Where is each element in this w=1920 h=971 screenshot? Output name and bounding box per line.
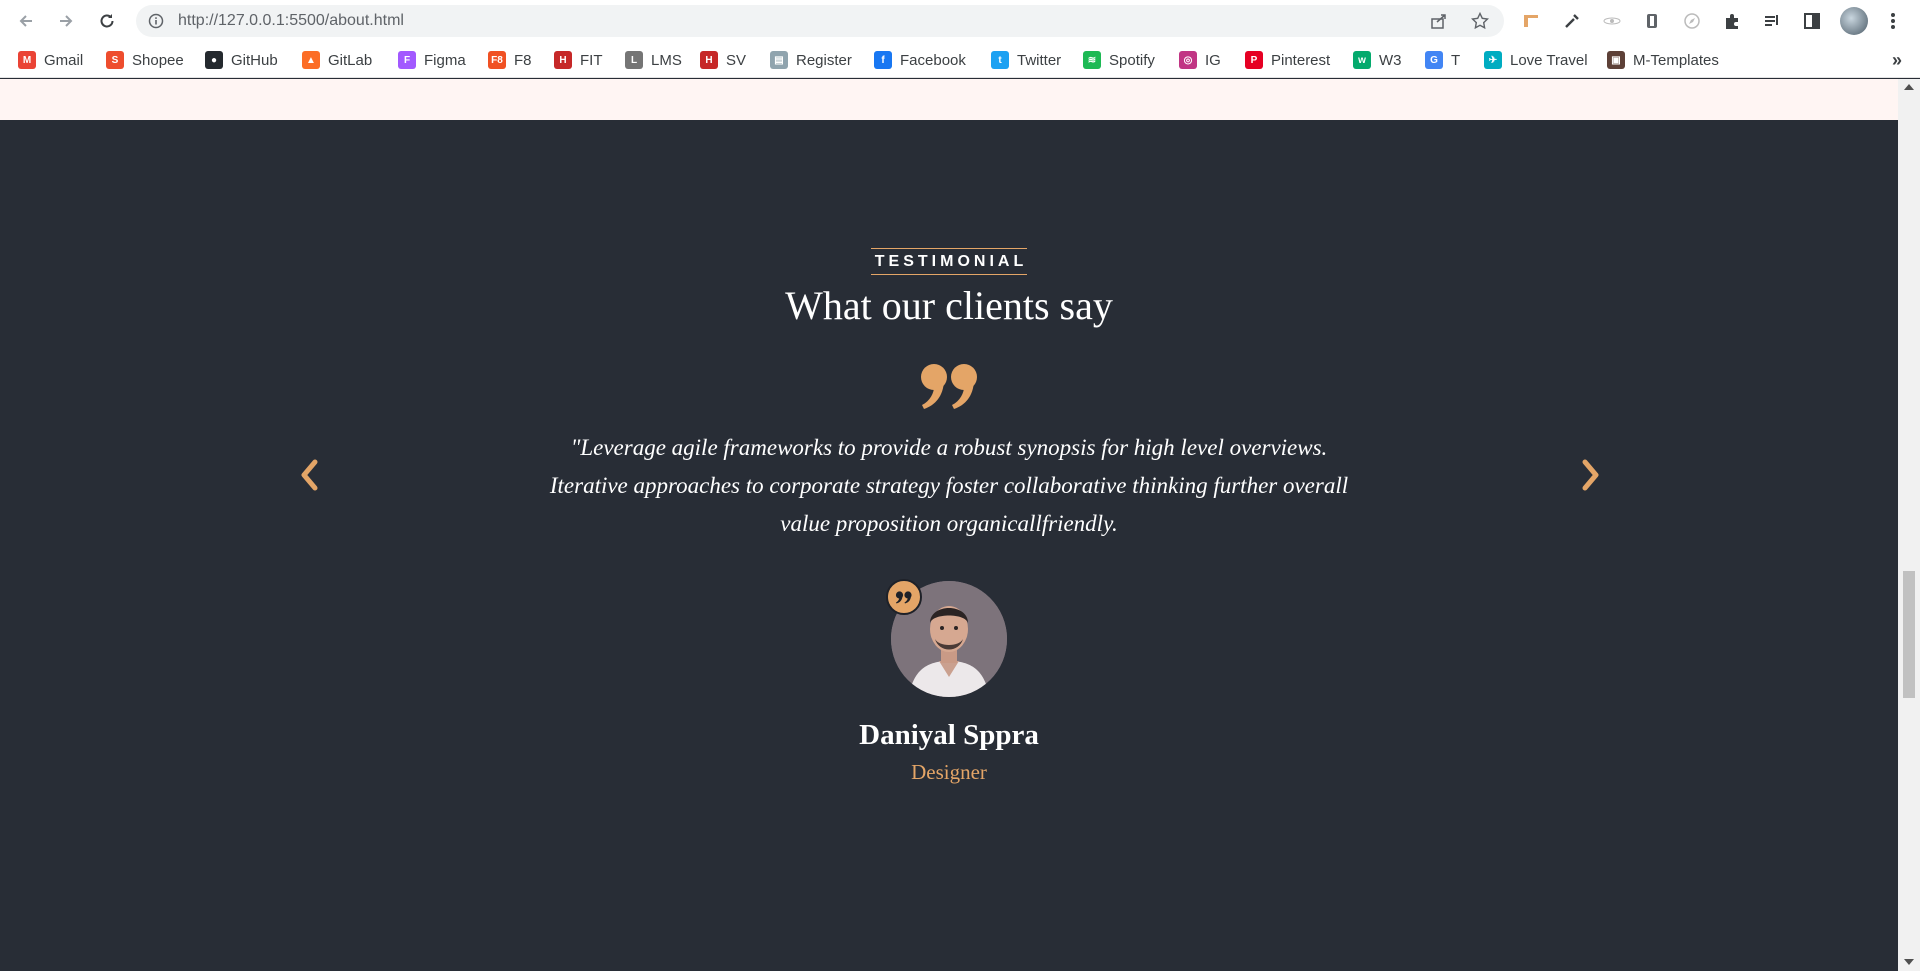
bookmark-shopee[interactable]: S Shopee [106, 50, 184, 70]
prev-arrow-icon[interactable] [294, 455, 324, 495]
client-avatar-wrap [886, 579, 1007, 697]
extensions-puzzle-icon[interactable] [1721, 10, 1743, 32]
bookmark-w3[interactable]: w W3 [1353, 50, 1402, 70]
url-text[interactable]: http://127.0.0.1:5500/about.html [178, 12, 404, 30]
bookmark-star-icon[interactable] [1470, 11, 1490, 30]
bookmark-facebook[interactable]: f Facebook [874, 50, 966, 70]
side-panel-icon[interactable] [1801, 10, 1823, 32]
templates-icon: ▣ [1607, 51, 1625, 69]
bookmark-label: Love Travel [1510, 51, 1588, 69]
bookmark-label: Facebook [900, 51, 966, 69]
shopee-icon: S [106, 51, 124, 69]
github-icon: ● [205, 51, 223, 69]
bookmark-figma[interactable]: F Figma [398, 50, 466, 70]
fit-icon: H [554, 51, 572, 69]
eyebrow-label: TESTIMONIAL [870, 248, 1028, 275]
forward-icon[interactable] [52, 7, 80, 35]
bookmark-register[interactable]: ▤ Register [770, 50, 852, 70]
travel-icon: ✈ [1484, 51, 1502, 69]
bookmark-github[interactable]: ● GitHub [205, 50, 278, 70]
bookmark-t[interactable]: GT [1425, 50, 1460, 70]
page-viewport: TESTIMONIAL What our clients say "Levera… [0, 79, 1898, 971]
bookmarks-bar: M Gmail S Shopee ● GitHub ▲ GitLab F Figma F8 F8 H FI… [0, 42, 1920, 78]
scroll-down-icon[interactable] [1904, 959, 1914, 965]
bookmark-label: Shopee [132, 51, 184, 69]
quote-icon [920, 361, 980, 411]
next-arrow-icon[interactable] [1576, 455, 1606, 495]
bookmark-label: SV [726, 51, 747, 69]
testimonial-quote: "Leverage agile frameworks to provide a … [549, 435, 1349, 536]
figma-icon: F [398, 51, 416, 69]
bookmark-label: Gmail [44, 51, 84, 69]
bookmark-label: FIT [580, 51, 603, 69]
bookmark-label: W3 [1379, 51, 1402, 69]
eyedropper-icon[interactable] [1561, 10, 1583, 32]
media-queue-icon[interactable] [1761, 10, 1783, 32]
lms-icon: L [625, 51, 643, 69]
gmail-icon: M [18, 51, 36, 69]
bookmark-twitter[interactable]: t Twitter [991, 50, 1061, 70]
back-icon[interactable] [12, 7, 40, 35]
page-scrollbar[interactable] [1898, 79, 1920, 971]
bookmark-gmail[interactable]: M Gmail [18, 50, 83, 70]
bookmark-fit[interactable]: H FIT [554, 50, 603, 70]
section-eyebrow: TESTIMONIAL [0, 248, 1898, 275]
w3-icon: w [1353, 51, 1371, 69]
bookmark-sv[interactable]: H SV [700, 50, 746, 70]
bookmark-label: T [1451, 51, 1461, 69]
scroll-up-icon[interactable] [1904, 84, 1914, 90]
bookmark-lms[interactable]: L LMS [625, 50, 682, 70]
register-icon: ▤ [770, 51, 788, 69]
bookmark-m-templates[interactable]: ▣ M-Templates [1607, 50, 1719, 70]
client-role: Designer [911, 760, 987, 784]
previous-section-band [0, 79, 1898, 120]
section-title: What our clients say [785, 283, 1113, 328]
bookmark-label: Register [796, 51, 852, 69]
bookmark-label: Pinterest [1271, 51, 1331, 69]
bookmark-label: Figma [424, 51, 466, 69]
browser-toolbar: http://127.0.0.1:5500/about.html [0, 0, 1920, 42]
reload-icon[interactable] [93, 7, 121, 35]
bookmark-ig[interactable]: ◎ IG [1179, 50, 1221, 70]
bookmark-love-travel[interactable]: ✈ Love Travel [1484, 50, 1588, 70]
twitter-icon: t [991, 51, 1009, 69]
menu-kebab-icon[interactable] [1882, 10, 1904, 32]
bookmark-pinterest[interactable]: P Pinterest [1245, 50, 1330, 70]
bookmark-f8[interactable]: F8 F8 [488, 50, 532, 70]
pinterest-icon: P [1245, 51, 1263, 69]
translate-icon: G [1425, 51, 1443, 69]
profile-avatar-icon[interactable] [1840, 7, 1868, 35]
bookmark-label: GitLab [328, 51, 373, 69]
sv-icon: H [700, 51, 718, 69]
instagram-icon: ◎ [1179, 51, 1197, 69]
bookmark-spotify[interactable]: ≋ Spotify [1083, 50, 1155, 70]
bookmark-label: LMS [651, 51, 682, 69]
scroll-thumb[interactable] [1903, 571, 1915, 698]
share-icon[interactable] [1430, 12, 1448, 30]
bookmark-label: IG [1205, 51, 1221, 69]
facebook-icon: f [874, 51, 892, 69]
bookmark-gitlab[interactable]: ▲ GitLab [302, 50, 372, 70]
site-info-icon[interactable] [148, 13, 164, 34]
bookmark-label: Twitter [1017, 51, 1062, 69]
react-devtools-icon[interactable] [1601, 10, 1623, 32]
extension-4-icon[interactable] [1641, 10, 1663, 32]
spotify-icon: ≋ [1083, 51, 1101, 69]
quote-badge-icon [886, 579, 922, 615]
compass-icon[interactable] [1681, 10, 1703, 32]
extension-1-icon[interactable] [1520, 10, 1542, 32]
gitlab-icon: ▲ [302, 51, 320, 69]
bookmark-label: F8 [514, 51, 532, 69]
bookmarks-overflow-icon[interactable]: » [1892, 50, 1902, 71]
bookmark-label: GitHub [231, 51, 278, 69]
f8-icon: F8 [488, 51, 506, 69]
bookmark-label: Spotify [1109, 51, 1155, 69]
address-bar[interactable]: http://127.0.0.1:5500/about.html [136, 5, 1504, 37]
bookmark-label: M-Templates [1633, 51, 1719, 69]
client-name: Daniyal Sppra [859, 719, 1039, 751]
